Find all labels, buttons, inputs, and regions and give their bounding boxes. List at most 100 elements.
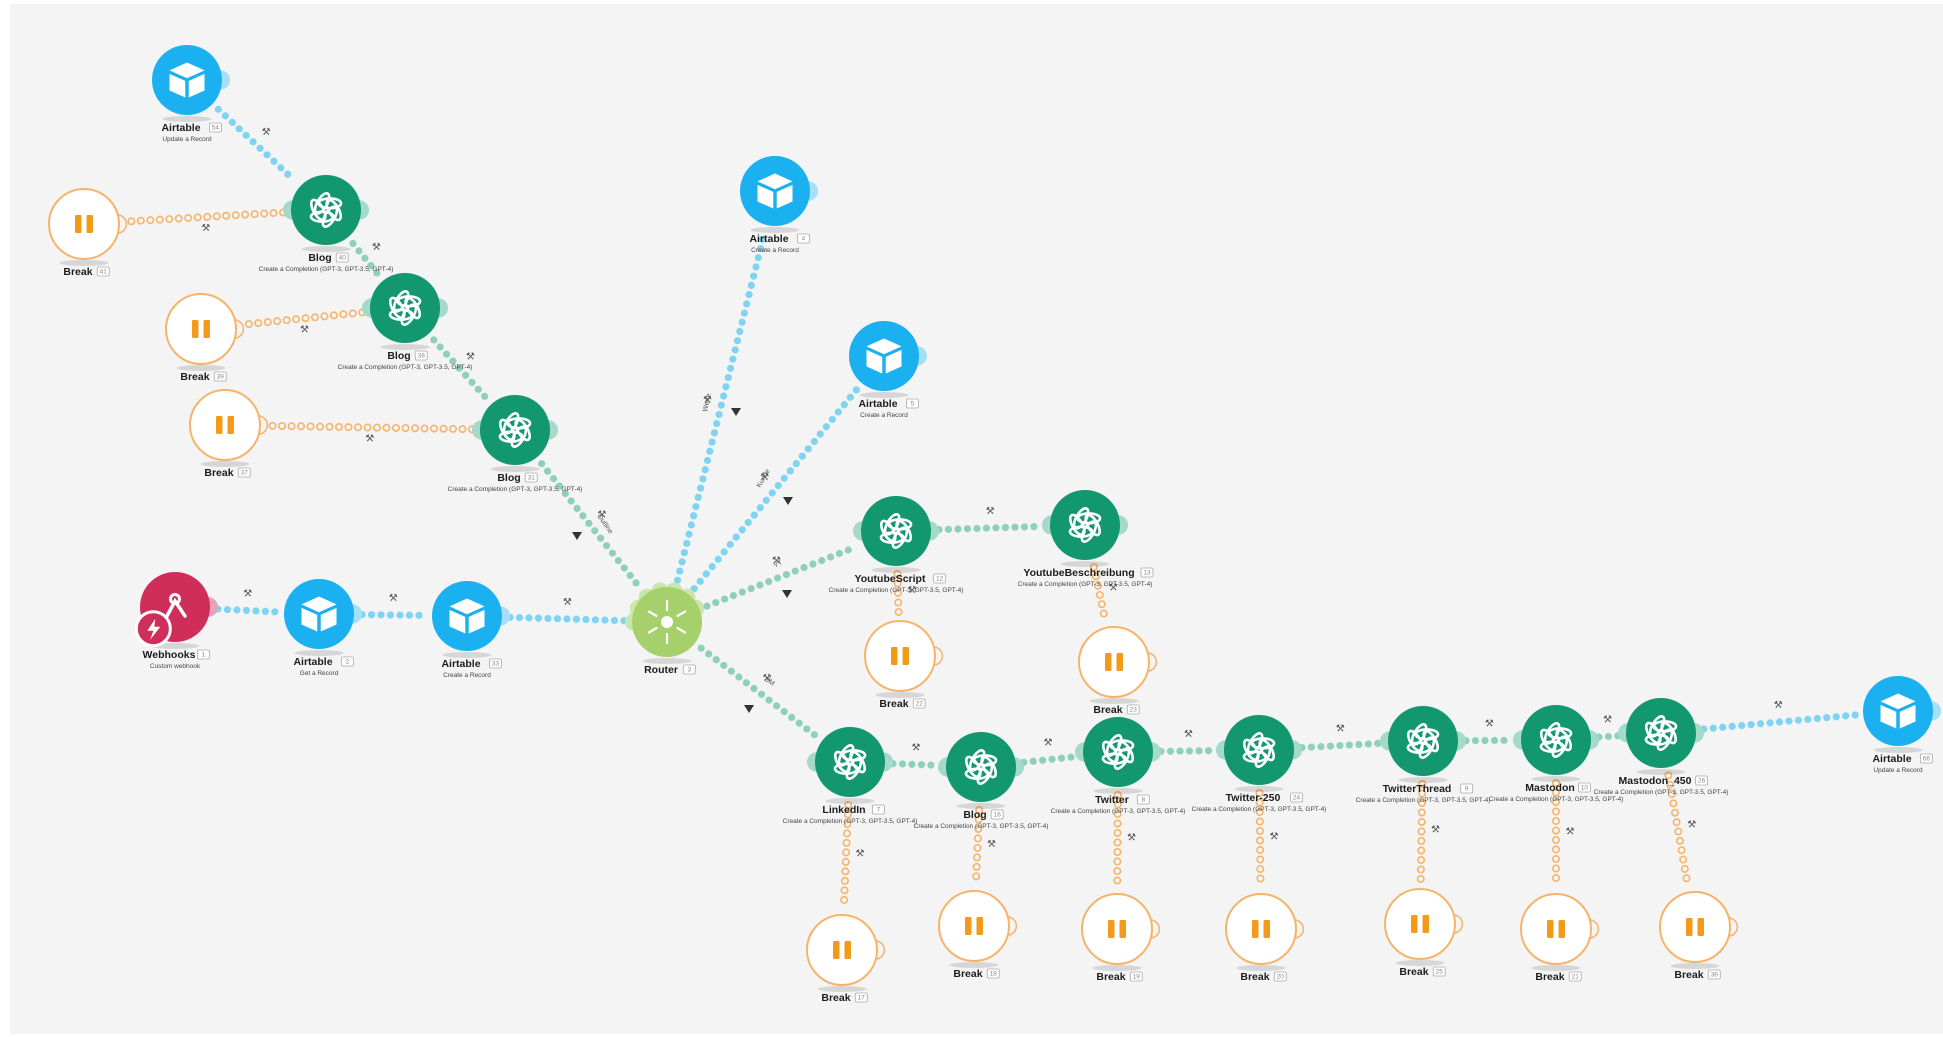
module-title: Break: [1535, 971, 1564, 983]
module-title: Break: [204, 467, 233, 479]
break-circle: [165, 293, 237, 365]
module-title: YoutubeScript: [855, 573, 926, 585]
openai-circle: [815, 727, 885, 797]
module-subtitle: Create a Record: [751, 247, 799, 254]
module-subtitle: Create a Completion (GPT-3, GPT-3.5, GPT…: [914, 823, 1049, 830]
module-title: Break: [1240, 971, 1269, 983]
openai-circle: [1224, 715, 1294, 785]
module-id: 54: [212, 125, 220, 132]
wrench-icon[interactable]: ⚒: [1184, 729, 1193, 740]
airtable-circle: [152, 45, 222, 115]
module-title: Break: [953, 968, 982, 980]
break-circle: [1081, 893, 1153, 965]
module-title: Twitter-250: [1226, 792, 1281, 804]
module-title: LinkedIn: [822, 804, 865, 816]
airtable-circle: [432, 581, 502, 651]
module-subtitle: Create a Completion (GPT-3, GPT-3.5, GPT…: [1018, 581, 1153, 588]
wrench-icon[interactable]: ⚒: [912, 743, 921, 754]
module-title: Twitter: [1095, 794, 1129, 806]
module-title: TwitterThread: [1383, 783, 1452, 795]
module-id: 36: [1711, 972, 1719, 979]
openai-circle: [1388, 706, 1458, 776]
wrench-icon[interactable]: ⚒: [1043, 738, 1052, 749]
wrench-icon[interactable]: ⚒: [365, 433, 374, 444]
module-subtitle: Create a Record: [860, 412, 908, 419]
openai-circle: [1521, 705, 1591, 775]
break-circle: [48, 188, 120, 260]
module-id: 33: [492, 661, 500, 668]
module-title: Router: [644, 664, 678, 676]
module-subtitle: Create a Completion (GPT-3, GPT-3.5, GPT…: [259, 266, 394, 273]
module-title: Airtable: [858, 398, 897, 410]
wrench-icon[interactable]: ⚒: [372, 242, 381, 253]
module-title: Break: [1674, 969, 1703, 981]
break-circle: [938, 890, 1010, 962]
wrench-icon[interactable]: ⚒: [1774, 700, 1783, 711]
openai-circle: [1626, 698, 1696, 768]
module-title: Break: [879, 698, 908, 710]
module-id: 19: [1133, 974, 1141, 981]
openai-circle: [480, 395, 550, 465]
module-id: 38: [418, 353, 426, 360]
module-subtitle: Create a Completion (GPT-3, GPT-3.5, GPT…: [1051, 808, 1186, 815]
module-subtitle: Create a Completion (GPT-3, GPT-3.5, GPT…: [783, 818, 918, 825]
scenario-canvas[interactable]: ⚒⚒⚒⚒⚒⚒⚒⚒ ⚒ ⚒⚒⚒⚒⚒⚒ ⚒⚒⚒ ⚒⚒ ⚒ ⚒ ⚒⚒⚒⚒⚒ ⚒⚒ ⚒⚒ Outline …: [0, 0, 1943, 1037]
wrench-icon[interactable]: ⚒: [201, 223, 210, 234]
module-id: 13: [1143, 570, 1151, 577]
module-id: 37: [241, 470, 249, 477]
break-circle: [1659, 891, 1731, 963]
wrench-icon[interactable]: ⚒: [1336, 724, 1345, 735]
wrench-icon[interactable]: ⚒: [1687, 820, 1696, 831]
module-id: 12: [936, 576, 944, 583]
module-title: Blog: [308, 252, 331, 264]
module-id: 26: [1698, 778, 1706, 785]
openai-circle: [291, 175, 361, 245]
wrench-icon[interactable]: ⚒: [1566, 827, 1575, 838]
module-title: Airtable: [161, 122, 200, 134]
wrench-icon[interactable]: ⚒: [300, 324, 309, 335]
break-circle: [1078, 626, 1150, 698]
module-title: Webhooks: [143, 649, 196, 661]
module-subtitle: Update a Record: [1873, 767, 1923, 774]
module-title: Break: [1399, 966, 1428, 978]
wrench-icon[interactable]: ⚒: [1127, 833, 1136, 844]
openai-circle: [1083, 717, 1153, 787]
wrench-icon[interactable]: ⚒: [856, 849, 865, 860]
wrench-icon[interactable]: ⚒: [243, 589, 252, 600]
module-subtitle: Create a Completion (GPT-3, GPT-3.5, GPT…: [1489, 796, 1624, 803]
module-id: 41: [100, 269, 108, 276]
module-id: 4: [802, 236, 806, 243]
wrench-icon[interactable]: ⚒: [1485, 719, 1494, 730]
module-id: 31: [528, 475, 536, 482]
wrench-icon[interactable]: ⚒: [466, 352, 475, 363]
airtable-circle: [1863, 676, 1933, 746]
module-id: 3: [687, 667, 691, 674]
module-id: 18: [990, 971, 998, 978]
wrench-icon[interactable]: ⚒: [262, 127, 271, 138]
wrench-icon[interactable]: ⚒: [986, 506, 995, 517]
module-id: 8: [1142, 797, 1146, 804]
module-id: 1: [202, 652, 206, 659]
module-id: 66: [1923, 756, 1931, 763]
wrench-icon[interactable]: ⚒: [389, 593, 398, 604]
module-title: Break: [1093, 704, 1122, 716]
wrench-icon[interactable]: ⚒: [1603, 715, 1612, 726]
wrench-icon[interactable]: ⚒: [1270, 831, 1279, 842]
wrench-icon[interactable]: ⚒: [987, 839, 996, 850]
break-circle: [1225, 893, 1297, 965]
openai-circle: [370, 273, 440, 343]
module-id: 2: [346, 659, 350, 666]
openai-circle: [861, 496, 931, 566]
openai-circle: [946, 732, 1016, 802]
break-circle: [1384, 888, 1456, 960]
module-title: Airtable: [749, 233, 788, 245]
module-subtitle: Create a Completion (GPT-3, GPT-3.5, GPT…: [448, 486, 583, 493]
wrench-icon[interactable]: ⚒: [563, 597, 572, 608]
module-subtitle: Update a Record: [162, 136, 212, 143]
wrench-icon[interactable]: ⚒: [1431, 825, 1440, 836]
module-subtitle: Create a Record: [443, 672, 491, 679]
module-title: YoutubeBeschreibung: [1023, 567, 1134, 579]
module-title: Blog: [387, 350, 410, 362]
module-id: 16: [994, 812, 1002, 819]
module-id: 22: [916, 701, 924, 708]
